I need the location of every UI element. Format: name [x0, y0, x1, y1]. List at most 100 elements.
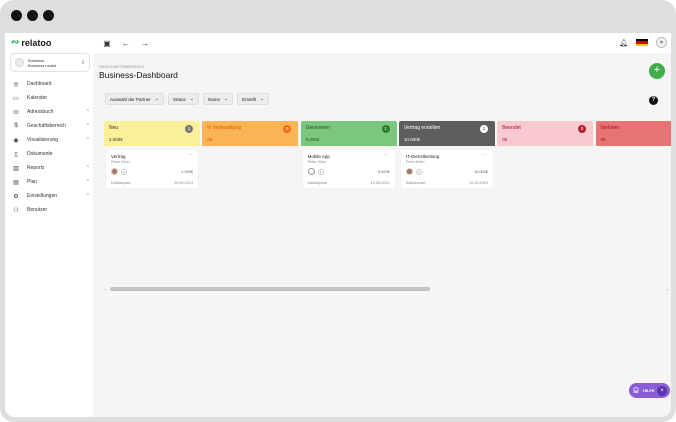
deal-title: Mobile App [307, 154, 330, 159]
column-header[interactable]: Verloren 0€ [595, 121, 671, 146]
sidebar-toggle-icon[interactable]: ▣ [102, 39, 112, 48]
dollar-icon: $ [14, 123, 18, 129]
column-header[interactable]: In Verhandlung 0€ 0 [202, 121, 299, 146]
chevron-up-icon[interactable]: ⌃ [86, 109, 90, 115]
deal-owner: Peter Klein [111, 160, 130, 164]
deal-amount: 2.000€ [181, 169, 193, 174]
add-person-icon[interactable]: + [121, 168, 127, 175]
german-flag-icon[interactable] [636, 39, 648, 46]
column-header[interactable]: Neu 2.000€ 1 [104, 121, 200, 146]
sidebar-item-visualisierung[interactable]: ◉ Visualisierung ⌃ [12, 133, 92, 147]
sidebar-item-adressbuch[interactable]: ☏ Adressbuch ⌃ [12, 105, 92, 119]
sidebar-item-label: Plan [27, 179, 38, 185]
deal-card[interactable]: Vertrag Peter Klein ··· +2.000€ Kaltakquise 1… [106, 150, 198, 188]
column-header[interactable]: Beendet 0€ 0 [497, 121, 594, 146]
calendar-icon: ▭ [13, 95, 19, 102]
chevron-up-icon[interactable]: ⌃ [86, 165, 90, 171]
column-sum: 2.000€ [109, 137, 123, 142]
add-person-icon[interactable]: + [317, 168, 324, 175]
main-content: ▣ ← → 🔔︎ ● GESCHÄFTSBEREICH Business-Das… [93, 33, 671, 417]
scroll-left-icon[interactable]: ‹ [105, 287, 106, 292]
sidebar-item-dokumente[interactable]: ▯ Dokumente [12, 147, 92, 161]
count-badge: 0 [283, 125, 292, 133]
filter-dropdown[interactable]: Status ⌄ [167, 93, 199, 105]
chevron-down-icon: ⌄ [154, 96, 159, 102]
column-header[interactable]: Gewonnen 5.000€ 1 [300, 121, 397, 146]
avatar[interactable] [111, 168, 118, 175]
window-dot-icon[interactable] [11, 10, 22, 21]
headset-icon: 🎧︎ [632, 388, 640, 394]
filter-label: Auswahl der Partner [110, 96, 151, 102]
business-selector[interactable]: Business Business modul ⇕ [10, 53, 90, 72]
logo[interactable]: ∾ relatoo [11, 37, 51, 48]
column-sum: 0€ [207, 137, 213, 142]
filter-dropdown[interactable]: Erstellt ⌄ [237, 93, 270, 105]
help-label: HILFE [643, 388, 655, 393]
help-widget[interactable]: 🎧︎ HILFE × [629, 383, 670, 398]
deal-meta: +5.000€ [307, 168, 390, 175]
logo-text: relatoo [21, 37, 52, 48]
close-icon[interactable]: × [657, 385, 667, 396]
forward-arrow-icon[interactable]: → [140, 39, 150, 48]
window-dot-icon[interactable] [43, 10, 54, 21]
add-person-icon[interactable]: + [415, 168, 422, 175]
compass-icon: ◎ [13, 81, 19, 88]
sidebar-item-plan[interactable]: ▤ Plan ⌃ [12, 175, 92, 189]
relatoo-logo-icon: ∾ [11, 37, 20, 48]
avatar[interactable] [405, 168, 413, 175]
chevron-up-icon[interactable]: ⌃ [86, 193, 90, 199]
deal-meta: +2.000€ [111, 168, 193, 175]
users-icon: ⚇ [13, 207, 19, 214]
chevron-up-icon[interactable]: ⌃ [86, 179, 90, 185]
sidebar-item-dashboard[interactable]: ◎ Dashboard [12, 77, 92, 91]
deal-date: 19.08.2024 [173, 181, 193, 185]
deal-source: Kaltakquise [405, 181, 426, 185]
document-icon: ▯ [14, 151, 18, 158]
back-arrow-icon[interactable]: ← [121, 39, 131, 48]
bell-icon[interactable]: 🔔︎ [619, 39, 628, 47]
user-avatar-icon[interactable]: ● [656, 37, 667, 48]
deal-amount: 10.000€ [474, 169, 488, 174]
eye-icon: ◉ [13, 137, 19, 144]
deal-owner: Peter Klein [307, 160, 327, 164]
app-window: ∾ relatoo Business Business modul ⇕ ◎ Das… [5, 33, 671, 417]
top-bar-actions: 🔔︎ ● [619, 37, 667, 48]
column-title: Gewonnen [305, 125, 330, 131]
more-options-icon[interactable]: ··· [187, 152, 193, 158]
sidebar-item-einstellungen[interactable]: ⚙ Einstellungen ⌃ [12, 189, 92, 203]
more-options-icon[interactable]: ··· [384, 152, 390, 158]
column-title: Vertrag erstellen [403, 125, 441, 131]
sidebar-item-benutzer[interactable]: ⚇ Benutzer [12, 203, 92, 217]
chevron-up-icon[interactable]: ⌃ [86, 137, 90, 143]
more-options-icon[interactable]: ··· [482, 152, 488, 158]
filter-dropdown[interactable]: Auswahl der Partner ⌄ [105, 93, 164, 105]
deal-card[interactable]: Mobile App Peter Klein ··· +5.000€ Kaltakqui… [302, 150, 395, 188]
sidebar-item-kalender[interactable]: ▭ Kalender [12, 91, 92, 105]
deal-source: Kaltakquise [111, 181, 131, 185]
chevron-up-icon[interactable]: ⌃ [86, 123, 90, 129]
deal-owner: Peter Klein [405, 160, 425, 164]
question-icon[interactable]: ? [649, 96, 658, 105]
horizontal-scrollbar[interactable]: ‹ › [105, 287, 671, 292]
filter-label: Status [172, 96, 186, 102]
scrollbar-thumb[interactable] [110, 287, 430, 291]
sidebar-item-geschäftsbereich[interactable]: $ Geschäftsbereich ⌃ [12, 119, 92, 133]
business-avatar [15, 58, 24, 67]
filter-dropdown[interactable]: Name ⌄ [202, 93, 234, 105]
plus-icon: + [653, 64, 661, 76]
scroll-right-icon[interactable]: › [667, 287, 668, 292]
sidebar-item-reports[interactable]: ▥ Reports ⌃ [12, 161, 92, 175]
deal-title: IT-Dienstleistung [405, 154, 440, 159]
deal-card[interactable]: IT-Dienstleistung Peter Klein ··· +10.000€ K… [400, 150, 493, 188]
pipeline-column: Neu 2.000€ 1 Vertrag Peter Klein ··· +2.000€ Ka… [104, 121, 200, 188]
deal-source: Kaltakquise [307, 181, 328, 185]
avatar[interactable] [307, 168, 315, 175]
filter-label: Erstellt [242, 96, 256, 102]
window-dot-icon[interactable] [27, 10, 38, 21]
column-header[interactable]: Vertrag erstellen 10.000€ 1 [398, 121, 495, 146]
deal-footer: Kaltakquise 10.06.2024 [308, 181, 390, 185]
column-sum: 0€ [600, 137, 606, 142]
add-button[interactable]: + [649, 63, 665, 79]
chevron-down-icon: ⌄ [223, 96, 229, 102]
count-badge: 1 [185, 125, 193, 133]
